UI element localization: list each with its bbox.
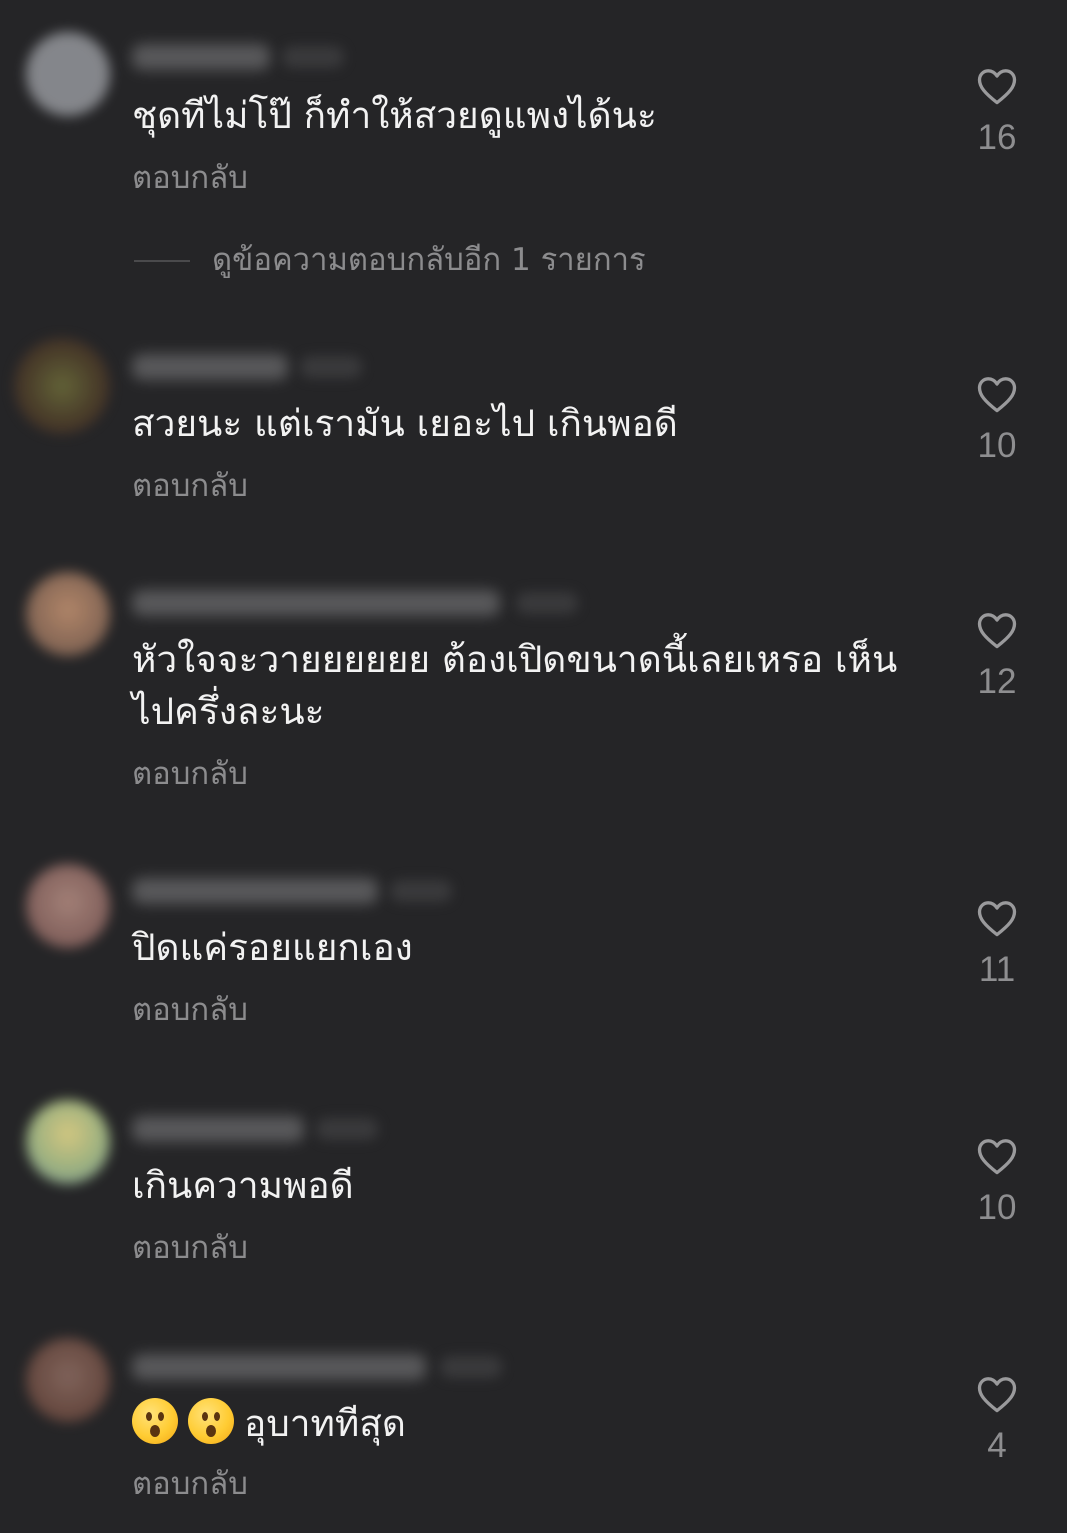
- timestamp-redacted: [516, 592, 578, 614]
- heart-outline-icon: [977, 1139, 1017, 1175]
- avatar[interactable]: [14, 338, 110, 434]
- comment-text: หัวใจจะวายยยยยย ต้องเปิดขนาดนี้เลยเหรอ เ…: [132, 638, 898, 733]
- like-count: 16: [977, 118, 1017, 157]
- hushed-face-icon: [188, 1398, 234, 1444]
- avatar[interactable]: [26, 572, 110, 656]
- like-button[interactable]: 12: [960, 610, 1034, 702]
- like-button[interactable]: 4: [960, 1374, 1034, 1466]
- username-redacted[interactable]: [132, 878, 378, 904]
- like-button[interactable]: 11: [960, 898, 1034, 990]
- reply-button[interactable]: ตอบกลับ: [132, 466, 248, 506]
- reply-button[interactable]: ตอบกลับ: [132, 158, 248, 198]
- like-count: 12: [977, 662, 1017, 701]
- comment-text: ชุดทีไม่โป๊ ก็ทำให้สวยดูแพงได้นะ: [132, 94, 657, 137]
- username-redacted[interactable]: [132, 354, 288, 380]
- timestamp-redacted: [440, 1356, 502, 1378]
- timestamp-redacted: [390, 880, 452, 902]
- reply-button[interactable]: ตอบกลับ: [132, 754, 248, 794]
- like-count: 11: [978, 950, 1016, 989]
- avatar[interactable]: [26, 32, 110, 116]
- reply-button[interactable]: ตอบกลับ: [132, 1464, 248, 1504]
- view-more-replies-label[interactable]: ดูข้อความตอบกลับอีก 1 รายการ: [212, 240, 646, 280]
- hushed-face-icon: [132, 1398, 178, 1444]
- heart-outline-icon: [977, 377, 1017, 413]
- comment-text: ปิดแค่รอยแยกเอง: [132, 926, 413, 969]
- reply-button[interactable]: ตอบกลับ: [132, 990, 248, 1030]
- like-button[interactable]: 10: [960, 374, 1034, 466]
- like-button[interactable]: 16: [960, 66, 1034, 158]
- comment-text-body: อุบาททีสุด: [244, 1402, 406, 1445]
- like-button[interactable]: 10: [960, 1136, 1034, 1228]
- username-redacted[interactable]: [132, 590, 500, 616]
- timestamp-redacted: [282, 46, 344, 68]
- avatar[interactable]: [26, 1100, 110, 1184]
- like-count: 4: [987, 1426, 1007, 1465]
- username-redacted[interactable]: [132, 44, 270, 70]
- heart-outline-icon: [977, 1377, 1017, 1413]
- reply-button[interactable]: ตอบกลับ: [132, 1228, 248, 1268]
- comment-text: อุบาททีสุด: [132, 1398, 932, 1450]
- username-redacted[interactable]: [132, 1354, 426, 1380]
- divider-line: [134, 260, 190, 262]
- heart-outline-icon: [977, 613, 1017, 649]
- comment-text: เกินความพอดี: [132, 1164, 354, 1207]
- timestamp-redacted: [316, 1118, 378, 1140]
- like-count: 10: [977, 426, 1017, 465]
- timestamp-redacted: [300, 356, 362, 378]
- username-redacted[interactable]: [132, 1116, 304, 1142]
- comment-text: สวยนะ แต่เรามัน เยอะไป เกินพอดี: [132, 402, 678, 445]
- avatar[interactable]: [26, 864, 110, 948]
- avatar[interactable]: [26, 1338, 110, 1422]
- like-count: 10: [977, 1188, 1017, 1227]
- heart-outline-icon: [977, 69, 1017, 105]
- heart-outline-icon: [977, 901, 1017, 937]
